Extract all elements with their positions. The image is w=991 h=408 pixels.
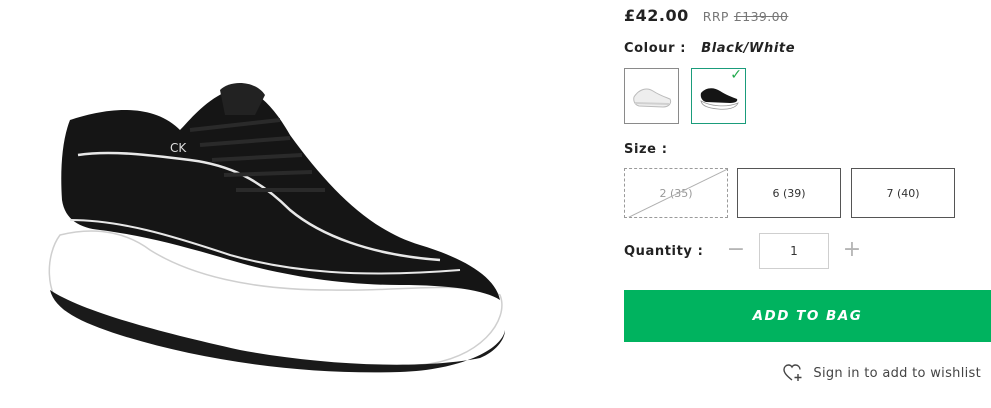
colour-swatch-black-white[interactable]: ✓	[691, 67, 746, 124]
colour-swatch-white[interactable]	[624, 68, 679, 124]
add-to-bag-button[interactable]: ADD TO BAG	[624, 290, 991, 342]
size-option-6[interactable]: 6 (39)	[737, 168, 841, 218]
size-label: Size :	[624, 142, 668, 157]
quantity-input[interactable]: 1	[759, 233, 829, 269]
product-image: CK	[0, 0, 590, 408]
svg-text:CK: CK	[170, 141, 187, 155]
quantity-decrease-button[interactable]: −	[726, 239, 746, 262]
quantity-increase-button[interactable]: +	[842, 239, 862, 262]
colour-value: Black/White	[701, 41, 796, 56]
price-row: £42.00 RRP £139.00	[624, 6, 788, 25]
black-sneaker-thumbnail	[700, 88, 739, 110]
rrp-label: RRP	[702, 9, 729, 24]
product-options-panel: £42.00 RRP £139.00 Colour : Black/White …	[624, 0, 991, 408]
wishlist-link[interactable]: Sign in to add to wishlist	[783, 364, 981, 382]
quantity-label: Quantity :	[624, 244, 704, 259]
wishlist-label: Sign in to add to wishlist	[813, 365, 981, 381]
colour-label: Colour :	[624, 41, 687, 56]
heart-plus-icon	[783, 364, 802, 381]
current-price: £42.00	[624, 6, 689, 25]
sneaker-image: CK	[48, 83, 505, 373]
rrp-price: £139.00	[733, 9, 789, 24]
size-option-2[interactable]: 2 (35)	[624, 168, 728, 218]
white-sneaker-thumbnail	[633, 88, 672, 108]
colour-row: Colour : Black/White	[624, 41, 795, 56]
size-option-7[interactable]: 7 (40)	[851, 168, 955, 218]
